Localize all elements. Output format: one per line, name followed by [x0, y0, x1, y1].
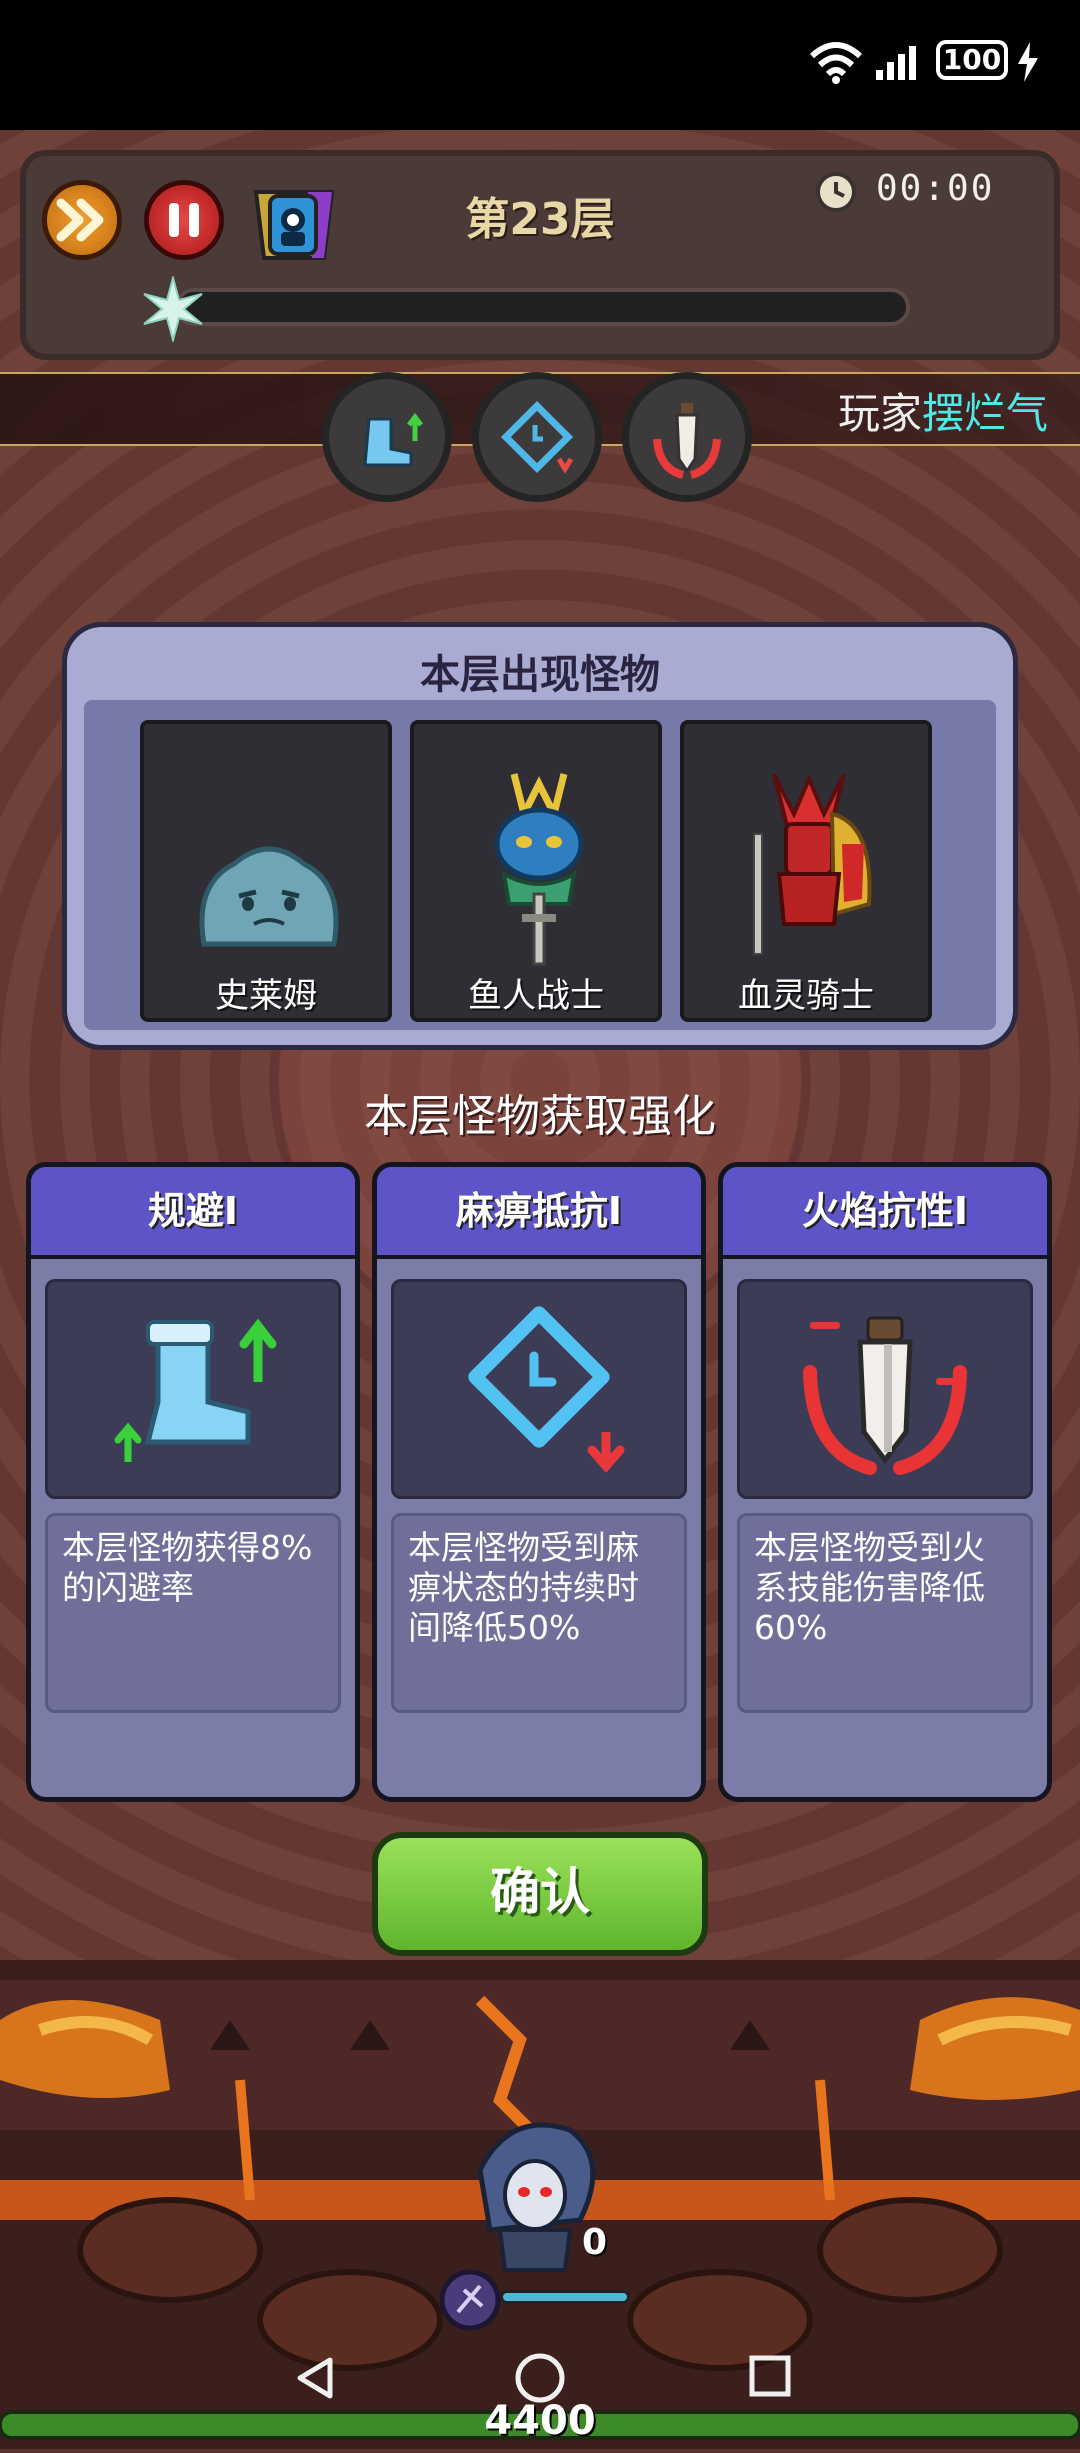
floor-title: 第23层 — [465, 194, 615, 245]
floor-progress-bar — [175, 288, 910, 326]
level-badge: 0 — [582, 2222, 608, 2263]
buff-section-title: 本层怪物获取强化 — [364, 1091, 716, 1142]
fast-forward-icon — [56, 198, 104, 242]
signal-icon — [876, 46, 916, 80]
buff-name: 火焰抗性Ⅰ — [723, 1167, 1047, 1259]
pause-icon — [169, 203, 199, 237]
monster-card-slime[interactable]: 史莱姆 — [140, 720, 392, 1022]
buff-description: 本层怪物获得8%的闪避率 — [45, 1513, 341, 1713]
star-burst-icon — [143, 276, 203, 342]
buff-name: 麻痹抵抗Ⅰ — [377, 1167, 701, 1259]
buff-card-paralysis-resist[interactable]: 麻痹抵抗Ⅰ 本层怪物受到麻痹状态的持续时间降低50% — [372, 1162, 706, 1802]
monster-card-fishman[interactable]: 鱼人战士 — [410, 720, 662, 1022]
charging-icon — [1018, 42, 1038, 82]
battery-indicator: 100 — [936, 40, 1008, 80]
boot-up-icon — [114, 1318, 277, 1462]
buff-card-evasion[interactable]: 规避Ⅰ 本层怪物获得8%的闪避率 — [26, 1162, 360, 1802]
network-speed-value: 5.1 — [752, 38, 787, 63]
clock-icon — [816, 172, 856, 212]
buff-card-fire-resist[interactable]: 火焰抗性Ⅰ 本层怪物受到火系技能伤害降低60% — [718, 1162, 1052, 1802]
confirm-button[interactable]: 确认 — [372, 1832, 708, 1956]
network-speed: 5.1 K/s — [752, 40, 787, 84]
fast-forward-button[interactable] — [42, 180, 122, 260]
fishman-warrior-icon — [494, 773, 584, 966]
player-name: 摆烂气 — [921, 389, 1048, 438]
active-buff-fire-resist[interactable] — [622, 372, 752, 502]
buff-image — [391, 1279, 687, 1499]
character-card-icon — [253, 190, 335, 260]
player-hp: 4400 — [484, 2398, 596, 2444]
wifi-icon — [809, 42, 863, 84]
lava-arena-illustration — [0, 1960, 1080, 2449]
buff-description: 本层怪物受到麻痹状态的持续时间降低50% — [391, 1513, 687, 1713]
fire-sword-icon — [803, 1316, 967, 1475]
pause-button[interactable] — [144, 180, 224, 260]
arena-scene — [0, 1960, 1080, 2449]
monster-card-blood-knight[interactable]: 血灵骑士 — [680, 720, 932, 1022]
monsters-panel-title: 本层出现怪物 — [420, 652, 660, 698]
network-speed-unit: K/s — [752, 60, 787, 85]
clock-down-icon — [500, 400, 574, 474]
monster-name: 史莱姆 — [215, 976, 317, 1016]
fire-sword-icon — [653, 403, 721, 479]
blood-knight-icon — [753, 773, 872, 955]
buff-image — [737, 1279, 1033, 1499]
slime-icon — [199, 846, 339, 947]
buff-image — [45, 1279, 341, 1499]
monster-name: 鱼人战士 — [468, 976, 604, 1016]
player-banner-text: 玩家摆烂气 — [838, 380, 1048, 441]
character-card-button[interactable] — [248, 182, 340, 266]
buff-name: 规避Ⅰ — [31, 1167, 355, 1259]
clock: 22:39 — [38, 31, 154, 83]
active-buff-paralysis-resist[interactable] — [472, 372, 602, 502]
banner-prefix: 玩家 — [837, 389, 922, 438]
floor-timer: 00:00 — [876, 168, 995, 209]
active-buff-evasion[interactable] — [322, 372, 452, 502]
monster-name: 血灵骑士 — [738, 976, 874, 1016]
clock-down-icon — [468, 1306, 625, 1473]
buff-description: 本层怪物受到火系技能伤害降低60% — [737, 1513, 1033, 1713]
boot-up-icon — [363, 412, 423, 467]
